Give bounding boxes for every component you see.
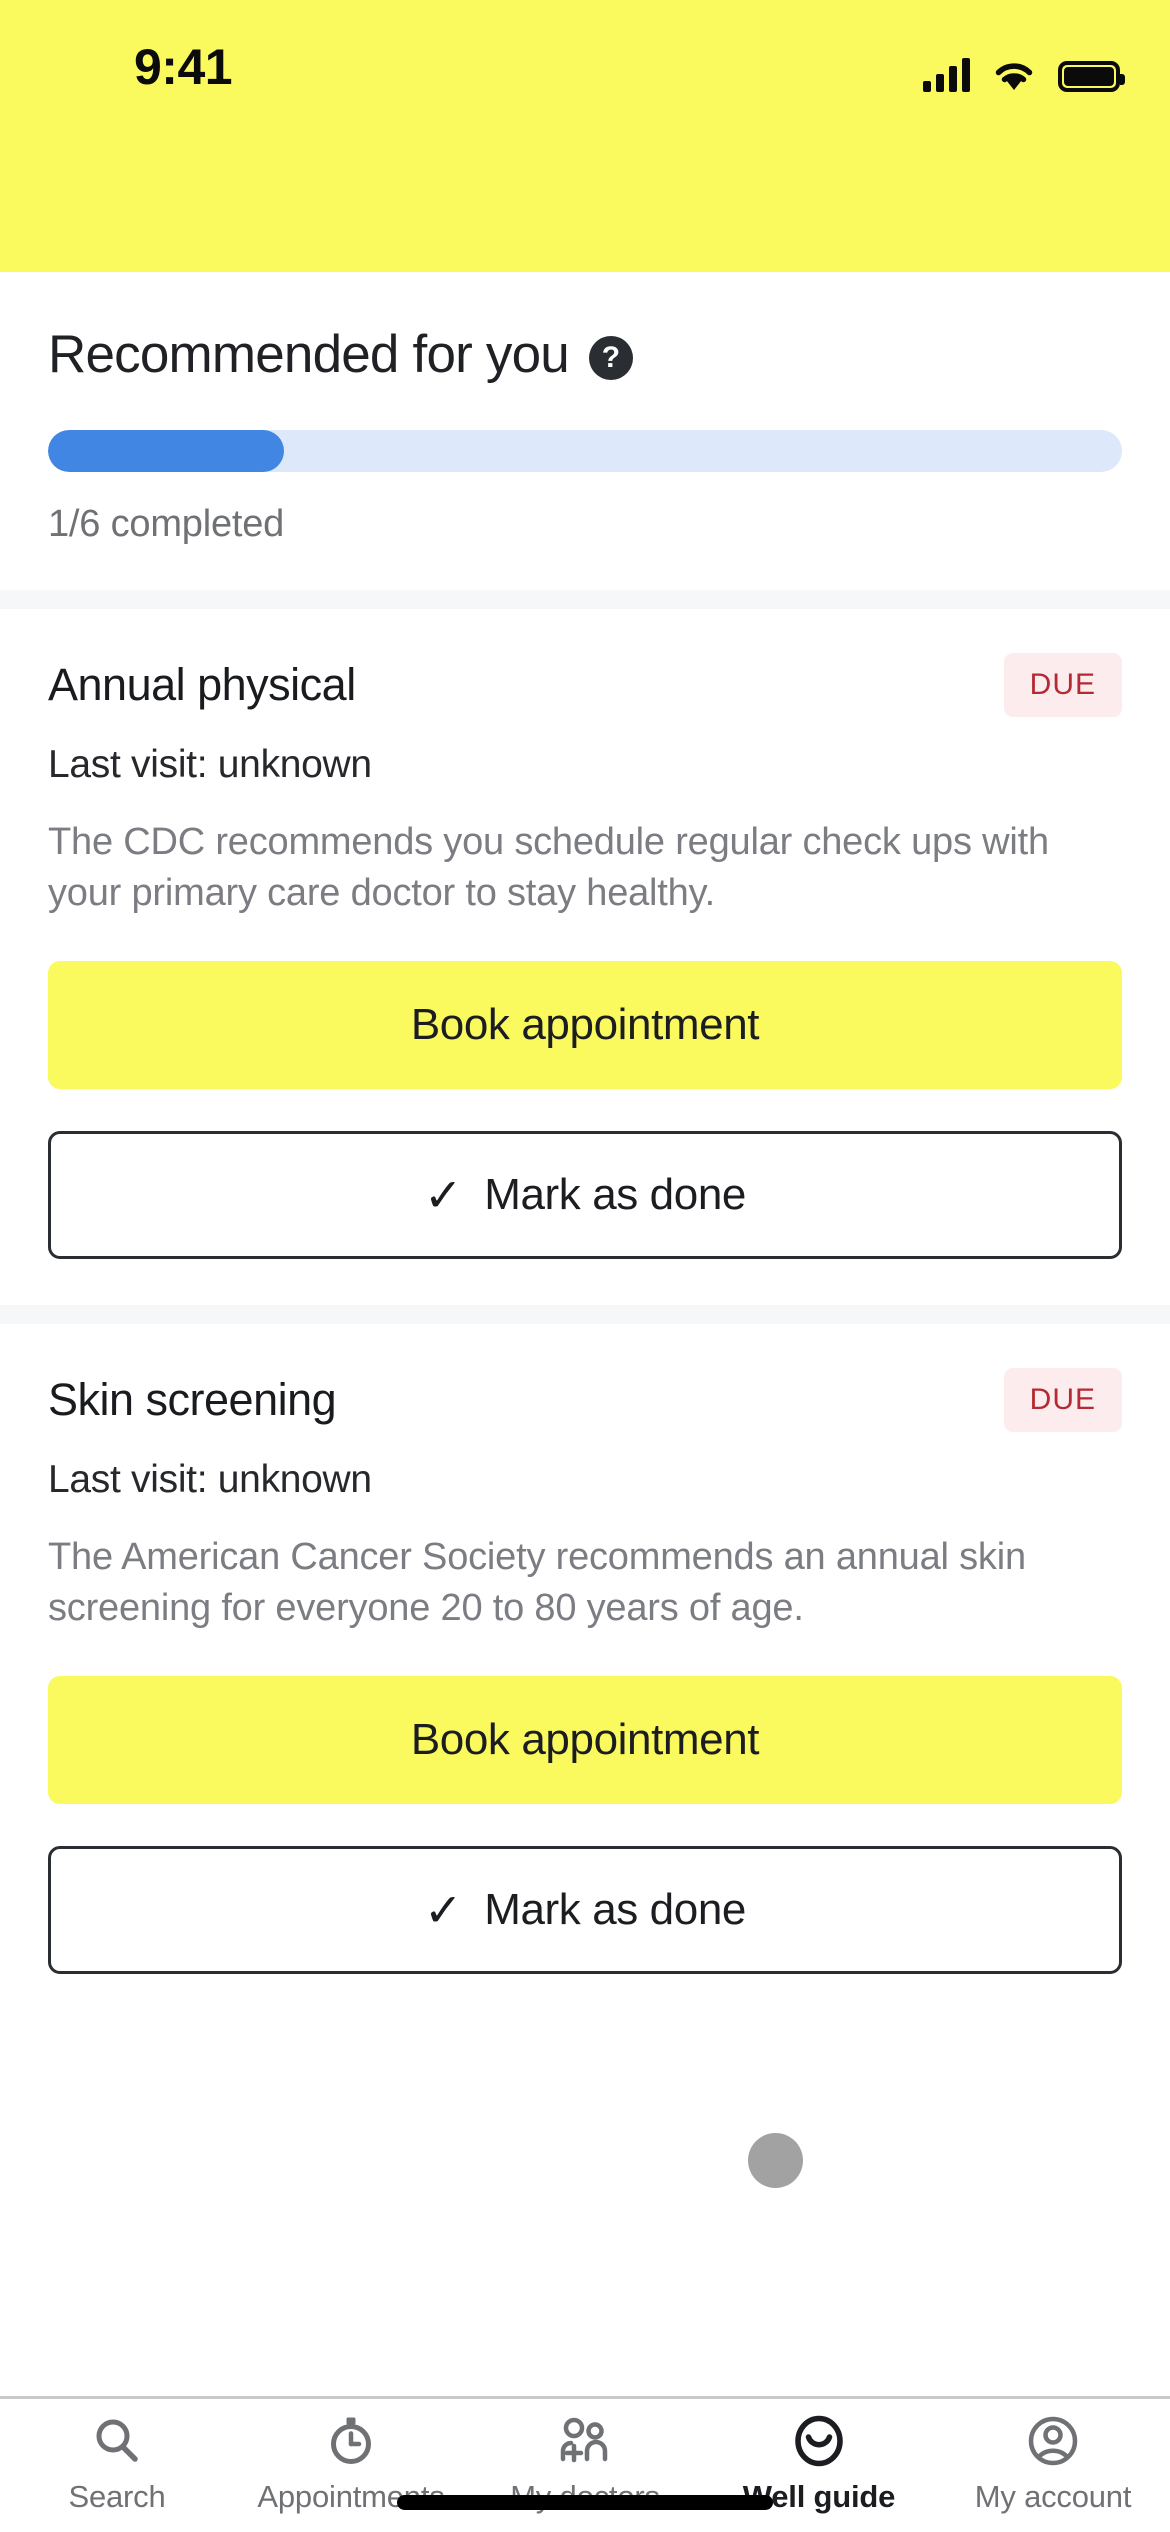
mark-as-done-button[interactable]: ✓ Mark as done — [48, 1130, 1122, 1259]
page-title: Recommended for you — [48, 325, 570, 384]
nav-item-search[interactable]: Search — [0, 2413, 234, 2515]
status-bar-icons — [923, 48, 1125, 92]
recommended-header-section: Recommended for you ? 1/6 completed — [0, 272, 1170, 590]
last-visit-text: Last visit: unknown — [48, 743, 372, 786]
book-appointment-label: Book appointment — [410, 1714, 760, 1764]
recommendation-card: Annual physical DUE Last visit: unknown … — [0, 609, 1170, 1305]
account-circle-icon — [1026, 2413, 1080, 2469]
status-badge: DUE — [1003, 1367, 1122, 1432]
home-indicator — [397, 2495, 773, 2510]
card-header: Annual physical DUE — [48, 653, 1122, 717]
last-visit-text: Last visit: unknown — [48, 1457, 372, 1501]
mark-as-done-button[interactable]: ✓ Mark as done — [48, 1845, 1122, 1974]
progress-bar — [48, 430, 1122, 472]
book-appointment-label: Book appointment — [410, 999, 760, 1049]
card-header: Skin screening DUE — [48, 1367, 1122, 1432]
progress-bar-fill — [48, 430, 285, 472]
status-bar-time: 9:41 — [134, 39, 233, 95]
status-badge: DUE — [1003, 653, 1122, 717]
check-icon: ✓ — [424, 1883, 463, 1936]
clock-icon — [325, 2413, 377, 2469]
nav-item-my-account[interactable]: My account — [936, 2413, 1170, 2515]
page-title-row: Recommended for you ? — [48, 324, 1122, 385]
search-icon — [91, 2413, 143, 2469]
card-title: Skin screening — [48, 1373, 337, 1425]
section-divider — [0, 590, 1170, 609]
mark-as-done-label: Mark as done — [484, 1169, 746, 1219]
status-bar: 9:41 — [0, 0, 1170, 272]
cellular-signal-icon — [923, 58, 970, 92]
people-add-icon — [556, 2413, 614, 2469]
recommendation-card: Skin screening DUE Last visit: unknown T… — [0, 1323, 1170, 2020]
help-circle-icon[interactable]: ? — [588, 335, 633, 380]
section-divider — [0, 1304, 1170, 1324]
smiley-face-icon — [791, 2413, 847, 2469]
main-content: Recommended for you ? 1/6 completed Annu… — [0, 272, 1170, 2020]
progress-label: 1/6 completed — [48, 503, 285, 545]
nav-label-search: Search — [68, 2479, 166, 2514]
check-icon: ✓ — [424, 1168, 463, 1221]
card-description: The American Cancer Society recommends a… — [48, 1535, 1026, 1629]
bottom-navigation: Search Appointments My doctors — [0, 2396, 1170, 2532]
wifi-icon — [992, 58, 1036, 92]
touch-indicator — [748, 2133, 803, 2188]
book-appointment-button[interactable]: Book appointment — [48, 960, 1122, 1089]
mark-as-done-label: Mark as done — [484, 1884, 746, 1934]
nav-label-my-account: My account — [974, 2479, 1132, 2514]
card-title: Annual physical — [48, 659, 356, 710]
battery-icon — [1058, 61, 1125, 92]
card-description: The CDC recommends you schedule regular … — [48, 821, 1049, 914]
book-appointment-button[interactable]: Book appointment — [48, 1675, 1122, 1804]
